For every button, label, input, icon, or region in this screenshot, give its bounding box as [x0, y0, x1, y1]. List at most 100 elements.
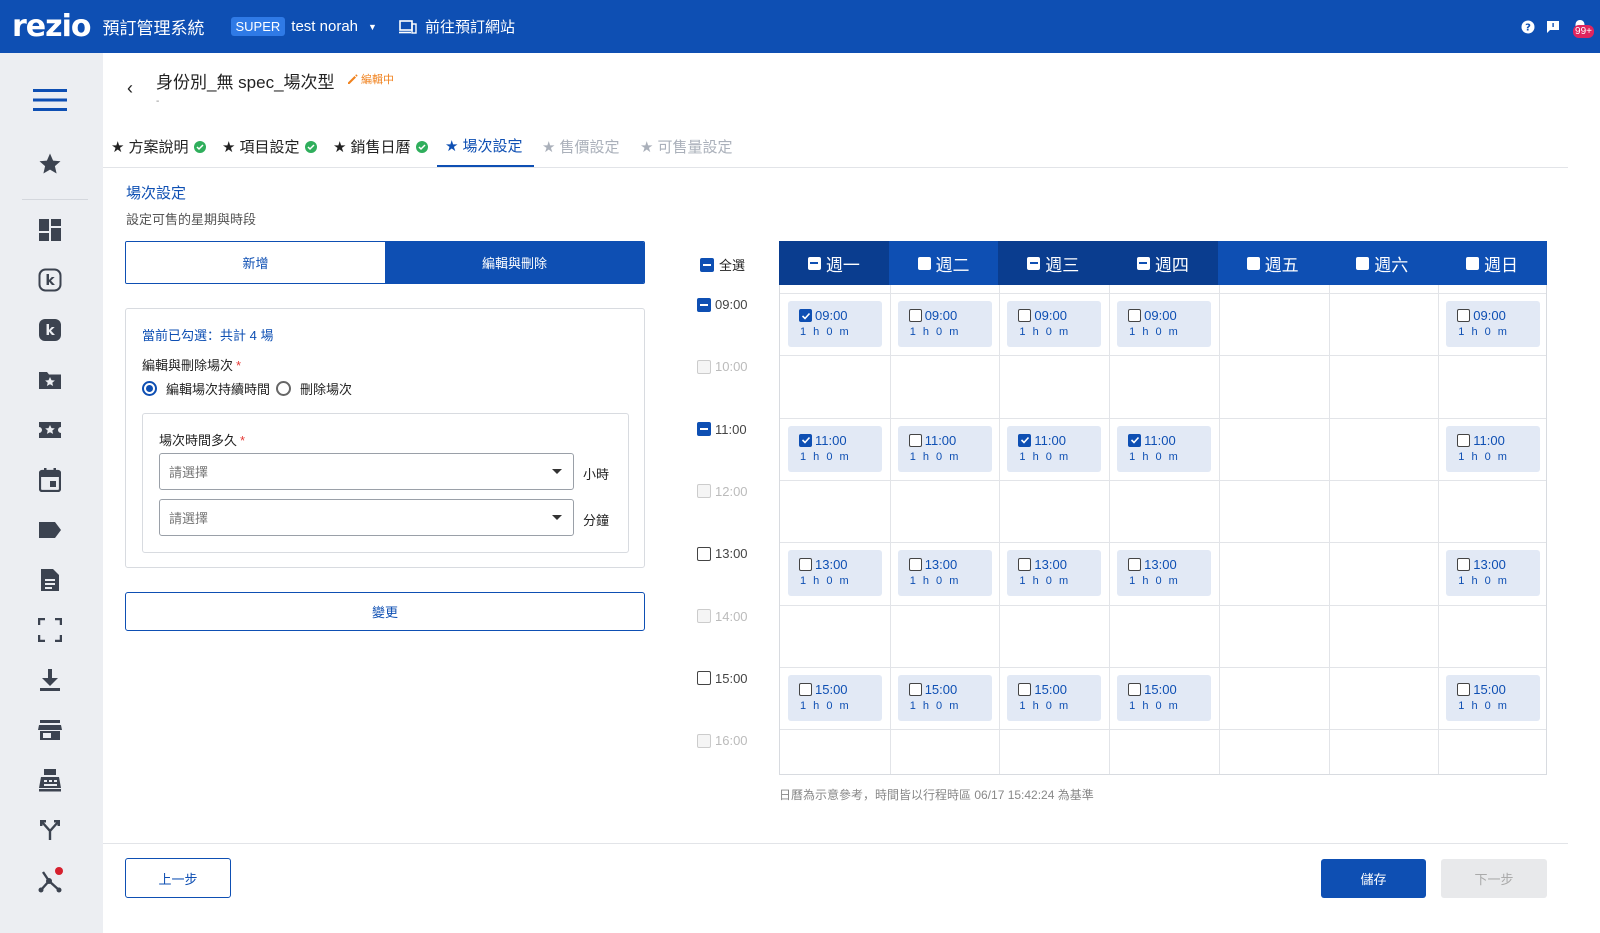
star-icon[interactable]	[37, 151, 63, 177]
edit-duration-radio[interactable]	[142, 381, 157, 396]
download-icon[interactable]	[37, 667, 63, 693]
k-filled-icon[interactable]: k	[37, 317, 63, 343]
delete-session-radio[interactable]	[276, 381, 292, 396]
weekday-header-2[interactable]: 週二	[889, 241, 999, 285]
session-checkbox[interactable]	[1457, 682, 1471, 696]
session-checkbox[interactable]	[1128, 309, 1142, 322]
session-slot[interactable]: 13:00 1 h 0 m	[788, 550, 882, 597]
session-checkbox[interactable]	[908, 682, 922, 696]
weekday-checkbox[interactable]	[917, 256, 931, 270]
back-button[interactable]: ‹	[122, 78, 138, 99]
time-row-1500[interactable]: 15:00	[697, 671, 748, 686]
time-row-checkbox[interactable]	[697, 671, 711, 686]
save-button[interactable]: 儲存	[1321, 859, 1426, 898]
dashboard-icon[interactable]	[37, 217, 63, 243]
fork-icon[interactable]	[37, 817, 63, 843]
session-checkbox[interactable]	[1018, 682, 1032, 696]
session-checkbox[interactable]	[1018, 558, 1032, 572]
session-slot[interactable]: 09:00 1 h 0 m	[788, 301, 882, 347]
time-row-1100[interactable]: 11:00	[697, 422, 747, 437]
feedback-icon[interactable]	[1545, 19, 1560, 34]
help-icon[interactable]: ?	[1520, 19, 1535, 34]
session-slot[interactable]: 15:00 1 h 0 m	[1117, 674, 1212, 721]
k-outline-icon[interactable]: k	[37, 267, 63, 293]
session-checkbox[interactable]	[1018, 433, 1032, 447]
session-slot[interactable]: 15:00 1 h 0 m	[1446, 674, 1541, 721]
session-checkbox[interactable]	[799, 433, 812, 447]
weekday-header-7[interactable]: 週日	[1437, 241, 1547, 285]
minute-select[interactable]: 請選擇	[159, 499, 574, 536]
menu-icon[interactable]	[33, 87, 67, 113]
session-slot[interactable]: 13:00 1 h 0 m	[1117, 550, 1212, 597]
goto-booking-site-link[interactable]: 前往預訂網站	[398, 16, 515, 37]
session-slot[interactable]: 11:00 1 h 0 m	[1446, 425, 1541, 472]
session-checkbox[interactable]	[799, 682, 812, 696]
session-slot[interactable]: 15:00 1 h 0 m	[1007, 674, 1102, 721]
weekday-checkbox[interactable]	[1356, 256, 1370, 270]
weekday-header-3[interactable]: 週三	[998, 241, 1109, 285]
scan-frame-icon[interactable]	[37, 617, 63, 643]
session-slot[interactable]: 11:00 1 h 0 m	[897, 425, 992, 472]
delete-session-radio-label[interactable]: 刪除場次	[300, 379, 352, 398]
session-slot[interactable]: 13:00 1 h 0 m	[1007, 550, 1102, 597]
time-row-checkbox[interactable]	[697, 546, 711, 561]
session-slot[interactable]: 09:00 1 h 0 m	[1007, 301, 1102, 347]
store-icon[interactable]	[37, 717, 63, 743]
tag-icon[interactable]	[37, 517, 63, 543]
session-checkbox[interactable]	[908, 558, 922, 572]
session-checkbox[interactable]	[1128, 558, 1142, 572]
edit-duration-radio-label[interactable]: 編輯場次持續時間	[166, 379, 270, 398]
session-checkbox[interactable]	[908, 433, 922, 447]
document-icon[interactable]	[37, 567, 63, 593]
select-all-checkbox[interactable]	[700, 257, 714, 272]
weekday-checkbox[interactable]	[1465, 256, 1479, 270]
rezio-logo[interactable]: rezio	[12, 11, 91, 42]
user-menu[interactable]: test norah	[291, 18, 358, 35]
tab-item-settings[interactable]: ★ 項目設定	[222, 124, 318, 167]
weekday-header-6[interactable]: 週六	[1327, 241, 1437, 285]
session-slot[interactable]: 15:00 1 h 0 m	[897, 674, 992, 721]
share-network-icon[interactable]	[37, 867, 63, 893]
session-checkbox[interactable]	[1018, 309, 1032, 322]
weekday-header-4[interactable]: 週四	[1108, 241, 1218, 285]
folder-star-icon[interactable]	[37, 367, 63, 393]
session-slot[interactable]: 09:00 1 h 0 m	[897, 301, 992, 347]
session-checkbox[interactable]	[908, 309, 922, 322]
tab-session-settings[interactable]: ★ 場次設定	[437, 124, 535, 167]
time-row-checkbox[interactable]	[697, 422, 711, 437]
weekday-checkbox[interactable]	[1136, 256, 1150, 270]
session-checkbox[interactable]	[799, 309, 812, 322]
session-slot[interactable]: 09:00 1 h 0 m	[1446, 301, 1541, 347]
weekday-checkbox[interactable]	[807, 256, 821, 270]
select-all-control[interactable]: 全選	[700, 255, 745, 274]
bell-icon[interactable]: 99+	[1570, 19, 1594, 38]
session-checkbox[interactable]	[1457, 309, 1471, 322]
time-row-checkbox[interactable]	[697, 297, 711, 312]
edit-delete-mode-button[interactable]: 編輯與刪除	[385, 242, 644, 283]
weekday-header-1[interactable]: 週一	[779, 241, 889, 285]
caret-down-icon[interactable]: ▼	[368, 22, 377, 32]
session-checkbox[interactable]	[799, 558, 812, 572]
session-checkbox[interactable]	[1457, 558, 1471, 572]
time-row-0900[interactable]: 09:00	[697, 297, 748, 312]
session-slot[interactable]: 11:00 1 h 0 m	[1117, 425, 1212, 472]
session-slot[interactable]: 09:00 1 h 0 m	[1117, 301, 1212, 347]
session-slot[interactable]: 15:00 1 h 0 m	[788, 674, 882, 721]
add-mode-button[interactable]: 新增	[126, 242, 385, 283]
weekday-header-5[interactable]: 週五	[1218, 241, 1328, 285]
session-checkbox[interactable]	[1457, 433, 1471, 447]
session-slot[interactable]: 11:00 1 h 0 m	[788, 425, 882, 472]
weekday-checkbox[interactable]	[1027, 256, 1041, 270]
previous-step-button[interactable]: 上一步	[125, 858, 231, 898]
session-slot[interactable]: 11:00 1 h 0 m	[1007, 425, 1102, 472]
session-slot[interactable]: 13:00 1 h 0 m	[1446, 550, 1541, 597]
session-checkbox[interactable]	[1128, 433, 1142, 447]
hour-select[interactable]: 請選擇	[159, 453, 574, 490]
time-row-1300[interactable]: 13:00	[697, 546, 748, 561]
apply-change-button[interactable]: 變更	[125, 592, 645, 631]
session-checkbox[interactable]	[1128, 682, 1142, 696]
ticket-star-icon[interactable]	[37, 417, 63, 443]
tab-plan-description[interactable]: ★ 方案說明	[111, 124, 207, 167]
calendar-icon[interactable]	[37, 467, 63, 493]
session-slot[interactable]: 13:00 1 h 0 m	[897, 550, 992, 597]
